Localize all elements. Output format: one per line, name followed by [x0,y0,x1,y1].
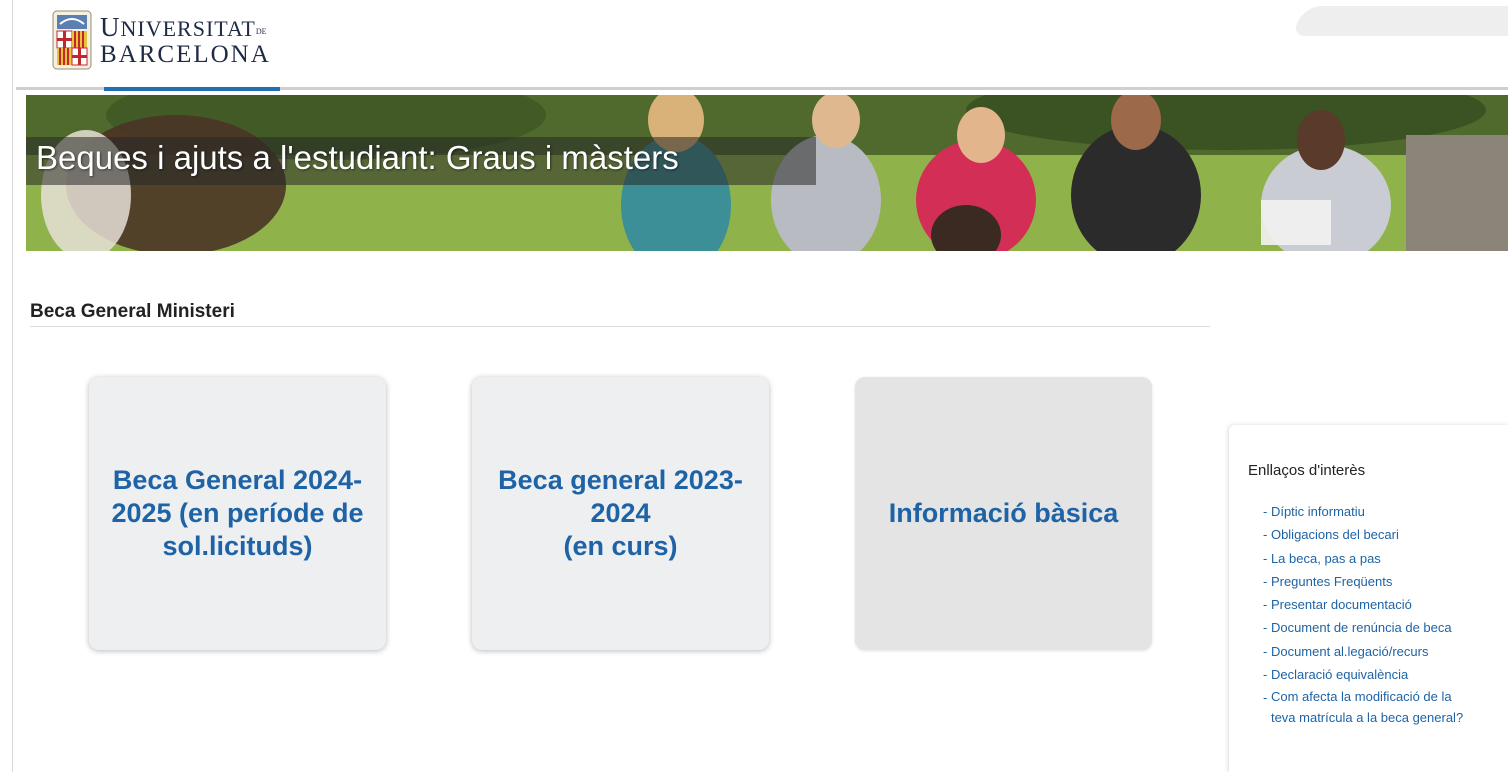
link-modificacio-matricula[interactable]: - Com afecta la modificació de la teva m… [1263,686,1463,728]
card-label: Beca General 2024- 2025 (en període de s… [111,465,364,561]
section-divider [30,326,1210,327]
link-diptic-informatiu[interactable]: - Díptic informatiu [1263,500,1463,523]
link-obligacions-del-becari[interactable]: - Obligacions del becari [1263,523,1463,546]
university-logo[interactable]: UNIVERSITATDE BARCELONA [52,10,271,70]
card-label: Informació bàsica [888,498,1119,529]
card-label: Beca general 2023- 2024 (en curs) [498,465,743,561]
university-wordmark: UNIVERSITATDE BARCELONA [100,11,271,68]
university-crest-icon [52,10,92,70]
wordmark-universitat: NIVERSITAT [120,15,256,41]
link-text: Declaració equivalència [1270,667,1409,683]
link-text: Com afecta la modificació de la teva mat… [1270,689,1464,726]
link-text: Presentar documentació [1270,597,1412,613]
link-document-allegacio-recurs[interactable]: - Document al.legació/recurs [1263,640,1463,663]
wordmark-line1: UNIVERSITATDE [100,11,271,42]
sidebar-links-box: Enllaços d'interès - Díptic informatiu -… [1229,425,1508,772]
card-beca-general-2023-2024[interactable]: Beca general 2023- 2024 (en curs) [472,377,769,650]
link-text: La beca, pas a pas [1270,550,1381,566]
page: UNIVERSITATDE BARCELONA Beques i ajuts a… [0,0,1508,772]
wordmark-line2: BARCELONA [100,40,271,68]
wordmark-de: DE [255,26,267,36]
header-decoration [1290,6,1508,36]
sidebar-title: Enllaços d'interès [1248,462,1366,479]
link-text: Preguntes Freqüents [1270,573,1393,589]
card-informacio-basica[interactable]: Informació bàsica [855,377,1152,650]
link-declaracio-equivalencia[interactable]: - Declaració equivalència [1263,663,1463,686]
link-document-renuncia-beca[interactable]: - Document de renúncia de beca [1263,616,1463,639]
link-presentar-documentacio[interactable]: - Presentar documentació [1263,593,1463,616]
card-beca-general-2024-2025[interactable]: Beca General 2024- 2025 (en període de s… [89,377,386,650]
link-la-beca-pas-a-pas[interactable]: - La beca, pas a pas [1263,547,1463,570]
links-list: - Díptic informatiu - Obligacions del be… [1263,500,1463,728]
header-nav-active-indicator [104,87,280,91]
link-text: Document de renúncia de beca [1270,620,1452,636]
wordmark-initial: U [100,11,121,42]
page-title: Beques i ajuts a l'estudiant: Graus i mà… [36,139,679,176]
link-text: Document al.legació/recurs [1270,643,1429,659]
link-text: Díptic informatiu [1270,504,1365,519]
link-preguntes-frequents[interactable]: - Preguntes Freqüents [1263,570,1463,593]
left-border [12,0,13,772]
hero-banner: Beques i ajuts a l'estudiant: Graus i mà… [26,95,1508,251]
section-title: Beca General Ministeri [30,301,235,322]
link-text: Obligacions del becari [1270,527,1399,543]
